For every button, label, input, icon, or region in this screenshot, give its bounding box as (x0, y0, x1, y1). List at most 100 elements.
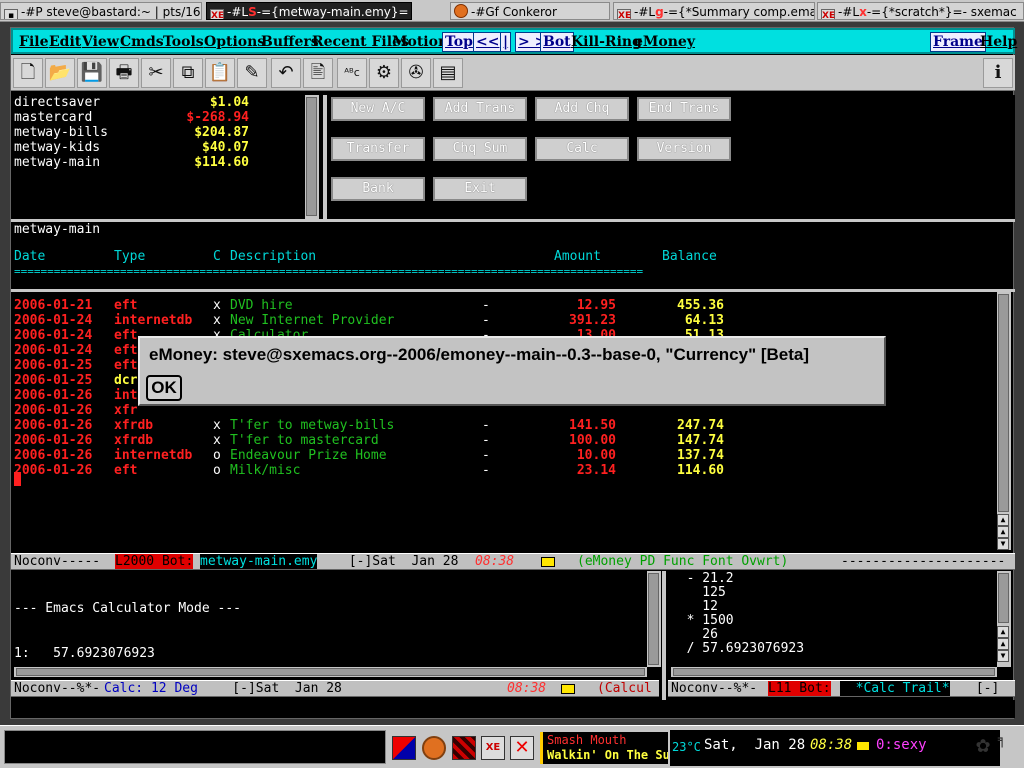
task-summary[interactable]: XE -#Lg-={*Summary comp.ema (613, 2, 815, 20)
table-row[interactable]: 2006-01-26 xfrdb x T'fer to metway-bills - 14… (14, 418, 744, 433)
calc-hscrollbar[interactable] (14, 667, 647, 677)
sxemacs-icon[interactable]: XE (481, 736, 505, 760)
scroll-down-icon[interactable]: ▼ (997, 650, 1009, 662)
spellcheck-icon[interactable]: ᴬᴮc (337, 58, 367, 88)
menu-emoney[interactable]: eMoney (634, 31, 695, 53)
account-row[interactable]: metway-main $114.60 (11, 155, 271, 170)
menu-edit[interactable]: Edit (49, 31, 81, 53)
version-button[interactable]: Version (637, 137, 731, 161)
new-account-button[interactable]: New A/C (331, 97, 425, 121)
accounts-scrollbar[interactable] (305, 95, 319, 220)
firefox-icon[interactable] (422, 736, 446, 760)
row-date: 2006-01-24 (14, 343, 93, 358)
copy-icon[interactable]: ⧉ (173, 58, 203, 88)
trail-scrollbar[interactable]: ▲ ▲ ▼ (997, 571, 1011, 667)
table-row[interactable]: 2006-01-26 eft o Milk/misc - 23.14 114.60 (14, 463, 744, 478)
menu-options[interactable]: Options (204, 31, 265, 53)
add-cheque-button[interactable]: Add Chq (535, 97, 629, 121)
ok-button[interactable]: OK (146, 375, 182, 401)
paste-icon[interactable]: 📋 (205, 58, 235, 88)
open-folder-icon[interactable]: 📂 (45, 58, 75, 88)
save-icon[interactable]: 💾 (77, 58, 107, 88)
film-icon[interactable] (452, 736, 476, 760)
spell-icon[interactable]: ✎ (237, 58, 267, 88)
cut-icon[interactable]: ✂ (141, 58, 171, 88)
scroll-up-icon[interactable]: ▲ (997, 526, 1009, 538)
menu-help[interactable]: Help (980, 31, 1017, 53)
dired-icon[interactable]: 🖹 (303, 58, 333, 88)
trail-hscrollbar-thumb[interactable] (673, 668, 995, 676)
accounts-scrollbar-thumb[interactable] (306, 97, 317, 216)
row-dash: - (482, 298, 490, 313)
end-transaction-button[interactable]: End Trans (637, 97, 731, 121)
menu-motion[interactable]: Motion (392, 31, 448, 53)
calc-scrollbar-thumb[interactable] (648, 573, 659, 665)
nav-center-button[interactable]: | (500, 32, 512, 52)
row-dash: - (482, 448, 490, 463)
nav-bot-button[interactable]: Bot (540, 32, 574, 52)
trail-buffer-name[interactable]: *Calc Trail* (840, 681, 950, 696)
account-row[interactable]: metway-kids $40.07 (11, 140, 271, 155)
menu-buffers[interactable]: Buffers (261, 31, 319, 53)
taskbar-run-field[interactable] (4, 730, 386, 764)
calc-scrollbar[interactable] (647, 571, 661, 667)
nav-prev-button[interactable]: << (473, 32, 503, 52)
news-icon[interactable]: ▤ (433, 58, 463, 88)
task-conkeror[interactable]: -#Gf Conkeror (450, 2, 610, 20)
menu-tools[interactable]: Tools (163, 31, 204, 53)
print-icon[interactable]: 🖶 (109, 58, 139, 88)
pin-icon[interactable]: ╕ (998, 732, 1020, 762)
cheque-summary-button[interactable]: Chq Sum (433, 137, 527, 161)
compile-icon[interactable]: ⚙ (369, 58, 399, 88)
calc-hscrollbar-thumb[interactable] (16, 668, 645, 676)
col-c: C (213, 249, 221, 264)
trail-hscrollbar[interactable] (671, 667, 997, 677)
nav-top-button[interactable]: Top (442, 32, 476, 52)
main-modeline[interactable]: Noconv----- L2000 Bot: metway-main.emy [… (11, 553, 1015, 570)
debug-icon[interactable]: ✇ (401, 58, 431, 88)
ledger-scrollbar-thumb[interactable] (998, 294, 1009, 512)
account-row[interactable]: directsaver $1.04 (11, 95, 271, 110)
task-terminal[interactable]: ▪ -#P steve@bastard:~ | pts/16 (0, 2, 202, 20)
buffer-name[interactable]: metway-main.emy (200, 554, 318, 569)
task-scratch[interactable]: XE -#Lx-={*scratch*}=- sxemac (817, 2, 1024, 20)
task-sxemacs-emoney[interactable]: XE -#LS-={metway-main.emy}= (206, 2, 412, 20)
menu-cmds[interactable]: Cmds (120, 31, 164, 53)
close-icon[interactable]: ✕ (510, 736, 534, 760)
menu-file[interactable]: File (19, 31, 48, 53)
undo-icon[interactable]: ↶ (271, 58, 301, 88)
calc-modeline[interactable]: Noconv--%*- Calc: 12 Deg [-]Sat Jan 28 0… (11, 680, 659, 697)
transfer-button[interactable]: Transfer (331, 137, 425, 161)
calc-button[interactable]: Calc (535, 137, 629, 161)
flower-icon[interactable]: ✿ (972, 736, 994, 758)
trail-modeline[interactable]: Noconv--%*- L11 Bot: *Calc Trail* [-] (668, 680, 1015, 697)
table-row[interactable]: 2006-01-26 xfrdb x T'fer to mastercard - 100.… (14, 433, 744, 448)
table-row[interactable]: 2006-01-24 internetdb x New Internet Provid… (14, 313, 744, 328)
table-row[interactable]: 2006-01-26 internetdb o Endeavour Prize Hom… (14, 448, 744, 463)
add-transaction-button[interactable]: Add Trans (433, 97, 527, 121)
col-balance: Balance (662, 249, 717, 264)
top-taskbar: ▪ -#P steve@bastard:~ | pts/16 XE -#LS-={m… (0, 0, 1024, 22)
bank-button[interactable]: Bank (331, 177, 425, 201)
account-row[interactable]: metway-bills $204.87 (11, 125, 271, 140)
menu-frame[interactable]: Frame (930, 32, 986, 52)
row-cleared: o (213, 463, 221, 478)
menu-kill-ring[interactable]: Kill-Ring (571, 31, 642, 53)
row-type: eft (114, 328, 138, 343)
minibuffer[interactable] (11, 700, 1015, 718)
scroll-up-icon[interactable]: ▲ (997, 514, 1009, 526)
scroll-down-icon[interactable]: ▼ (997, 538, 1009, 550)
ledger-scrollbar[interactable]: ▲ ▲ ▼ (997, 292, 1011, 550)
trail-scrollbar-thumb[interactable] (998, 573, 1009, 623)
table-row[interactable]: 2006-01-21 eft x DVD hire - 12.95 455.36 (14, 298, 744, 313)
info-icon[interactable]: i (983, 58, 1013, 88)
exit-button[interactable]: Exit (433, 177, 527, 201)
account-row[interactable]: mastercard $-268.94 (11, 110, 271, 125)
row-dash: - (482, 463, 490, 478)
scroll-up-icon[interactable]: ▲ (997, 626, 1009, 638)
calc-buffer-name[interactable]: Calc: 12 Deg (104, 681, 198, 696)
new-file-icon[interactable]: 🗋 (13, 58, 43, 88)
menu-view[interactable]: View (82, 31, 119, 53)
scroll-up-icon[interactable]: ▲ (997, 638, 1009, 650)
workspace-switcher-icon[interactable] (392, 736, 416, 760)
